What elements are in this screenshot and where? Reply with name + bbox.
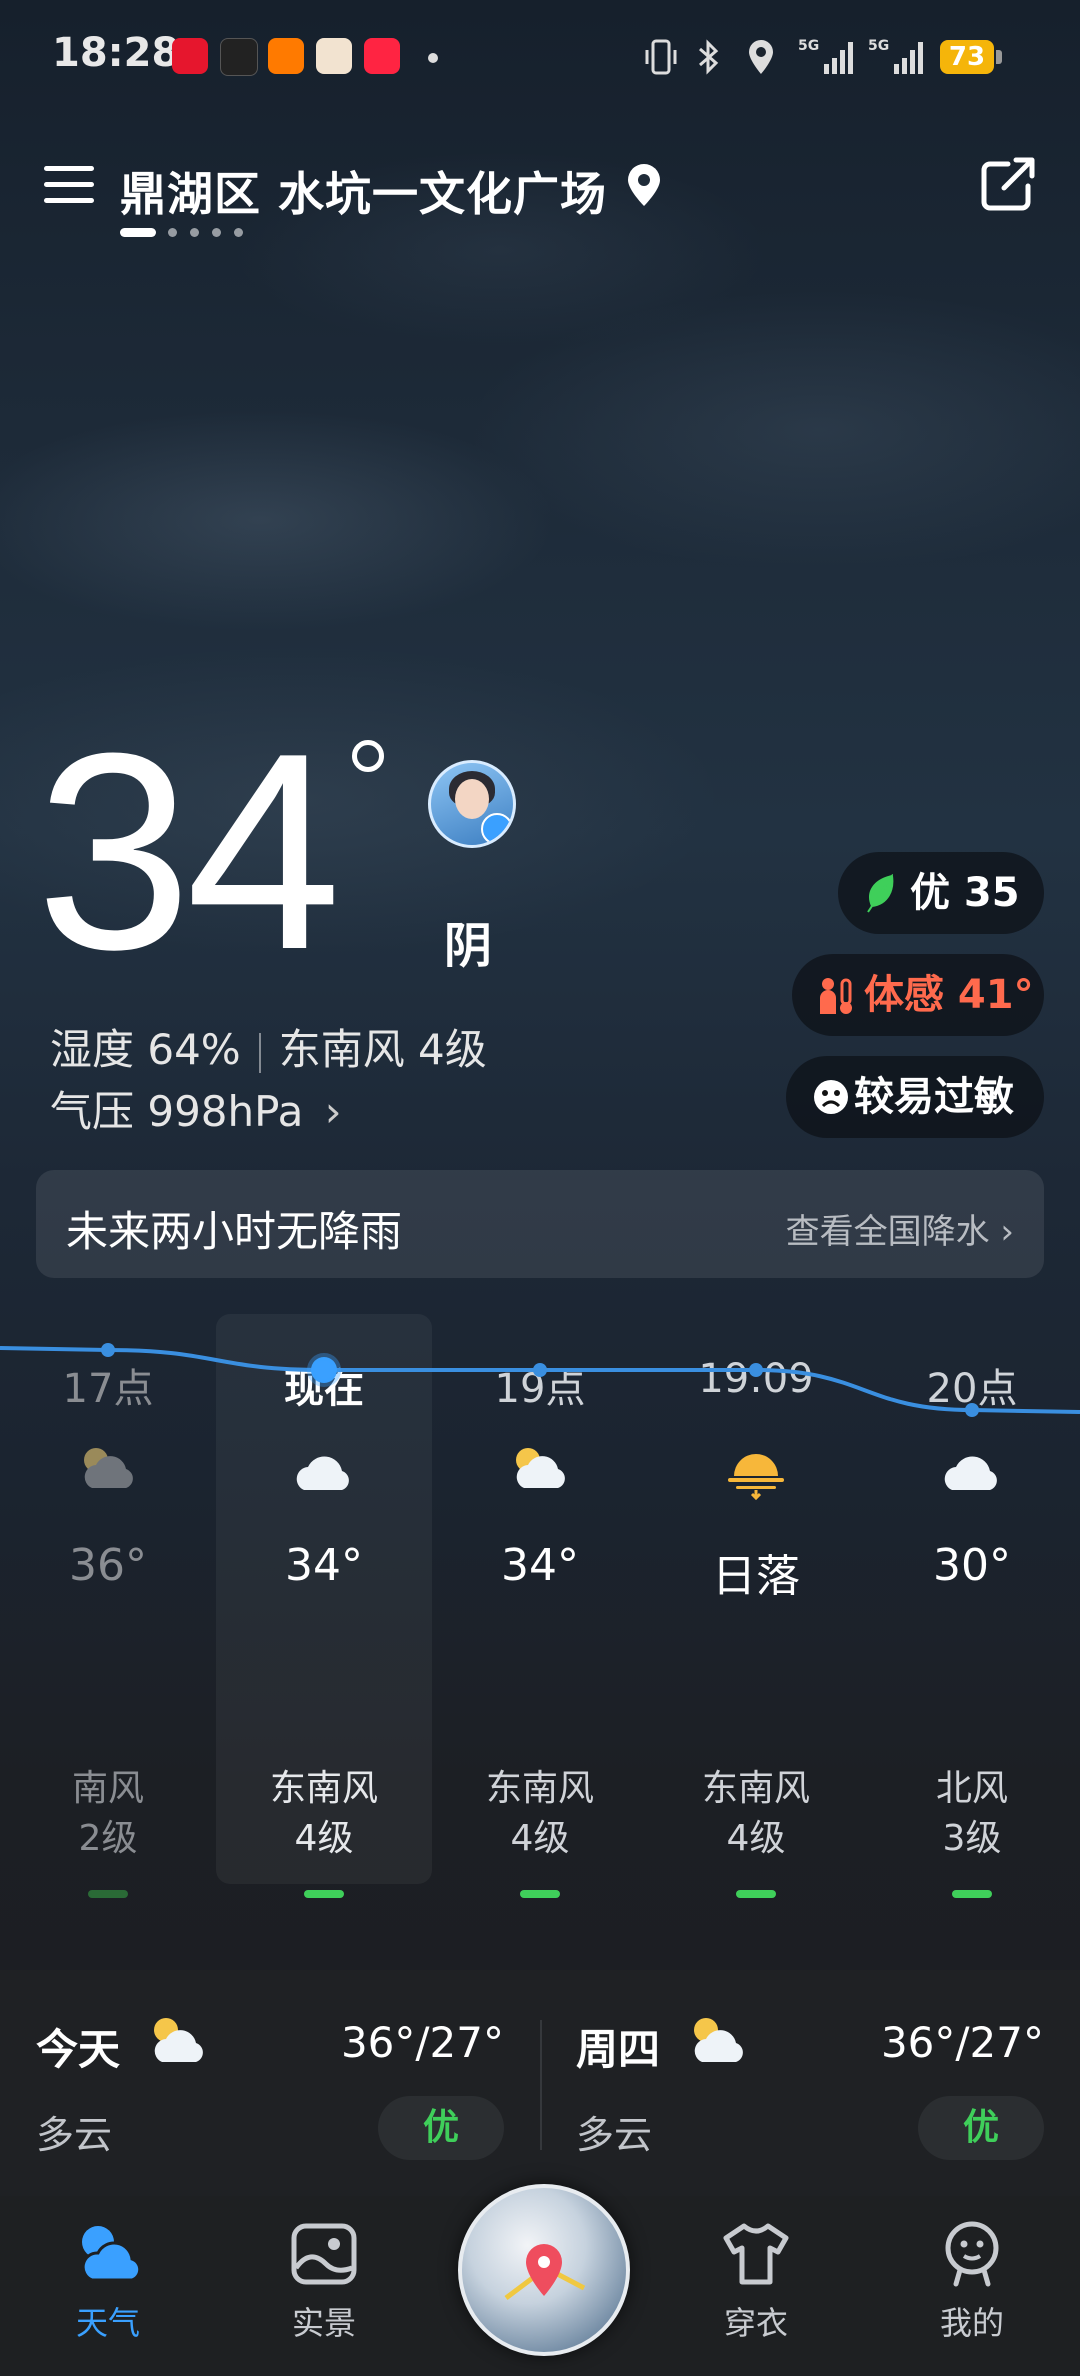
- tiktok-icon: [316, 38, 352, 74]
- weibo-icon: [172, 38, 208, 74]
- menu-icon[interactable]: [44, 166, 94, 206]
- leaf-icon: [867, 874, 894, 913]
- wind-level-bar: [304, 1890, 344, 1898]
- status-time: 18:28: [52, 30, 180, 76]
- humidity-wind-line: 湿度 64% 东南风 4级: [50, 1016, 487, 1077]
- national-rain-link[interactable]: 查看全国降水 ›: [786, 1204, 1014, 1253]
- feels-like-pill[interactable]: 体感 41°: [792, 954, 1044, 1036]
- daily-item-thu[interactable]: 周四 36°/27° 多云 优: [540, 1970, 1080, 2200]
- gallery-icon: [291, 2223, 357, 2285]
- chevron-right-icon: ›: [324, 1087, 342, 1136]
- temperature-point: [307, 1353, 341, 1387]
- nav-clothing[interactable]: 穿衣: [676, 2214, 836, 2344]
- temperature-curve: [0, 1343, 1080, 1417]
- assistant-avatar[interactable]: [428, 760, 516, 848]
- wind-level-bar: [952, 1890, 992, 1898]
- temperature-point: [533, 1363, 547, 1377]
- chevron-right-icon: ›: [1000, 1212, 1014, 1252]
- daily-divider: [540, 2020, 542, 2150]
- page-dot-active: [120, 228, 156, 237]
- profile-icon: [945, 2221, 999, 2287]
- air-quality-badge: 优: [918, 2096, 1044, 2160]
- degree-symbol: [352, 740, 384, 772]
- thermometer-person-icon: [820, 978, 852, 1014]
- wind-value: 东南风 4级: [278, 1025, 487, 1074]
- partly-cloudy-icon: [694, 2018, 743, 2062]
- temperature-point: [749, 1363, 763, 1377]
- signal-icon-2: 5G: [868, 38, 923, 74]
- nav-profile[interactable]: 我的: [892, 2214, 1052, 2344]
- page-dot: [234, 228, 243, 237]
- humidity-value: 湿度 64%: [50, 1025, 241, 1074]
- bluetooth-icon: [699, 39, 719, 75]
- map-pin-icon: [504, 2244, 586, 2300]
- share-icon[interactable]: [980, 156, 1040, 212]
- partly-cloudy-icon: [154, 2018, 203, 2062]
- map-center-button[interactable]: [458, 2184, 630, 2356]
- sad-face-icon: [814, 1080, 848, 1114]
- vibrate-icon: [645, 39, 677, 75]
- xiaohongshu-icon: [364, 38, 400, 74]
- svg-text:5G: 5G: [868, 38, 889, 54]
- allergy-pill[interactable]: 较易过敏: [786, 1056, 1044, 1138]
- svg-text:5G: 5G: [798, 38, 819, 54]
- location-pin-icon[interactable]: [624, 164, 664, 208]
- more-notifications-dot: [428, 53, 438, 63]
- signal-icon-1: 5G: [798, 38, 853, 74]
- page-dot: [190, 228, 199, 237]
- wind-level-bar: [88, 1890, 128, 1898]
- tshirt-icon: [723, 2223, 789, 2285]
- current-temperature: 34: [36, 696, 341, 1008]
- aqi-pill[interactable]: 优 35: [838, 852, 1044, 934]
- location-title[interactable]: 鼎湖区 水坑一文化广场: [120, 158, 607, 224]
- page-dot: [212, 228, 221, 237]
- wind-level-bar: [736, 1890, 776, 1898]
- battery-tip: [996, 50, 1002, 64]
- rain-forecast-card[interactable]: 未来两小时无降雨 查看全国降水 ›: [36, 1170, 1044, 1278]
- air-quality-badge: 优: [378, 2096, 504, 2160]
- battery-indicator: 73: [940, 40, 994, 74]
- location-status-icon: [749, 40, 773, 74]
- temperature-point: [965, 1403, 979, 1417]
- current-condition: 阴: [444, 918, 493, 974]
- nav-weather[interactable]: 天气: [28, 2214, 188, 2344]
- temperature-point: [101, 1343, 115, 1357]
- pressure-value: 气压 998hPa: [50, 1087, 304, 1136]
- daily-item-today[interactable]: 今天 36°/27° 多云 优: [0, 1970, 540, 2200]
- status-bar: 18:28 5G 5G 73: [0, 0, 1080, 116]
- weather-icon: [81, 2226, 142, 2282]
- huya-icon: [220, 38, 258, 76]
- page-dot: [168, 228, 177, 237]
- play-icon: [481, 813, 513, 845]
- wind-level-bar: [520, 1890, 560, 1898]
- rain-message: 未来两小时无降雨: [66, 1207, 403, 1256]
- nav-gallery[interactable]: 实景: [244, 2214, 404, 2344]
- pressure-line[interactable]: 气压 998hPa ›: [50, 1078, 341, 1139]
- taobao-icon: [268, 38, 304, 74]
